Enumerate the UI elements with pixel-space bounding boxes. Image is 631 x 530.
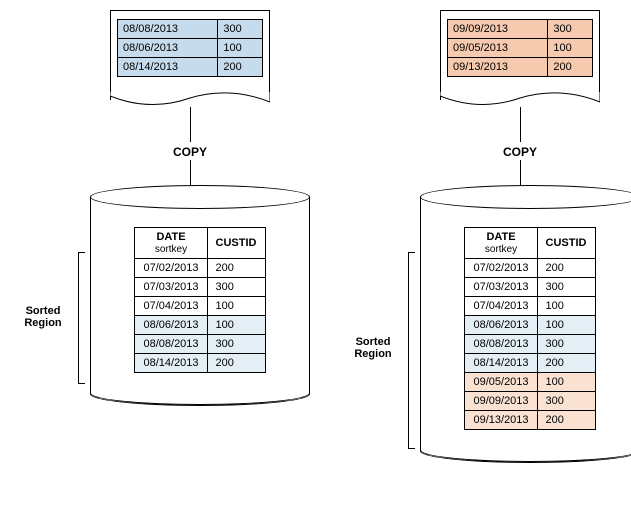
sorted-region-label-right: SortedRegion: [348, 336, 398, 360]
cylinder-body: DATEsortkey CUSTID 07/02/2013200 07/03/2…: [90, 197, 310, 393]
sorted-region-label-left: SortedRegion: [18, 305, 68, 329]
table-row: 08/14/2013200: [465, 354, 595, 373]
connector-line: [190, 107, 191, 142]
custid-header: CUSTID: [537, 228, 595, 259]
table-row: 07/03/2013300: [135, 278, 265, 297]
table-row: 09/05/2013100: [448, 39, 593, 58]
table-row: 08/06/2013100: [465, 316, 595, 335]
table-row: 08/14/2013200: [118, 58, 263, 77]
copy-label: COPY: [90, 145, 290, 159]
cylinder-right: DATEsortkey CUSTID 07/02/2013200 07/03/2…: [420, 185, 631, 462]
cylinder-top-icon: [420, 185, 631, 209]
connector-line: [520, 160, 521, 188]
connector-line: [190, 160, 191, 188]
table-row: 08/08/2013300: [118, 20, 263, 39]
table-row: 07/04/2013100: [465, 297, 595, 316]
table-row: 08/06/2013100: [135, 316, 265, 335]
table-row: 07/04/2013100: [135, 297, 265, 316]
table-row: 09/05/2013100: [465, 373, 595, 392]
cylinder-table-left: DATEsortkey CUSTID 07/02/2013200 07/03/2…: [134, 227, 265, 373]
copy-label: COPY: [420, 145, 620, 159]
table-header-row: DATEsortkey CUSTID: [465, 228, 595, 259]
connector-line: [520, 107, 521, 142]
custid-header: CUSTID: [207, 228, 265, 259]
sorted-region-bracket-right: [408, 252, 415, 449]
table-row: 09/13/2013200: [448, 58, 593, 77]
table-row: 07/03/2013300: [465, 278, 595, 297]
cylinder-top-icon: [90, 185, 310, 209]
table-header-row: DATEsortkey CUSTID: [135, 228, 265, 259]
input-page-right: 09/09/2013300 09/05/2013100 09/13/201320…: [440, 10, 600, 100]
table-row: 09/09/2013300: [448, 20, 593, 39]
input-table-right: 09/09/2013300 09/05/2013100 09/13/201320…: [447, 19, 593, 77]
date-header: DATEsortkey: [135, 228, 207, 259]
date-header: DATEsortkey: [465, 228, 537, 259]
table-row: 08/06/2013100: [118, 39, 263, 58]
table-row: 08/08/2013300: [465, 335, 595, 354]
table-row: 07/02/2013200: [135, 259, 265, 278]
table-row: 07/02/2013200: [465, 259, 595, 278]
cylinder-table-right: DATEsortkey CUSTID 07/02/2013200 07/03/2…: [464, 227, 595, 430]
table-row: 09/09/2013300: [465, 392, 595, 411]
table-row: 08/14/2013200: [135, 354, 265, 373]
table-row: 08/08/2013300: [135, 335, 265, 354]
input-table-left: 08/08/2013300 08/06/2013100 08/14/201320…: [117, 19, 263, 77]
sorted-region-bracket-left: [78, 252, 85, 384]
input-page-left: 08/08/2013300 08/06/2013100 08/14/201320…: [110, 10, 270, 100]
cylinder-left: DATEsortkey CUSTID 07/02/2013200 07/03/2…: [90, 185, 310, 405]
table-row: 09/13/2013200: [465, 411, 595, 430]
cylinder-body: DATEsortkey CUSTID 07/02/2013200 07/03/2…: [420, 197, 631, 450]
